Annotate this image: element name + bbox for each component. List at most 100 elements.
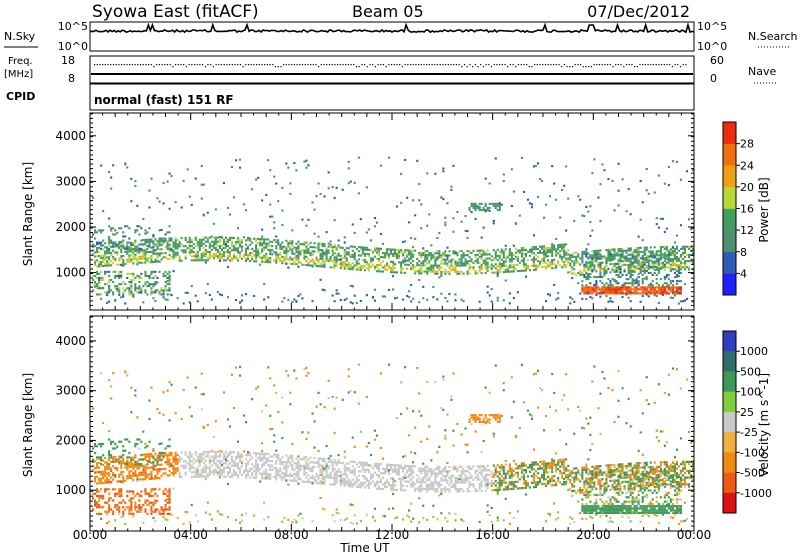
velocity-cell: [318, 464, 320, 466]
power-cell: [634, 288, 636, 290]
power-cell: [175, 201, 177, 203]
power-cell: [368, 253, 370, 255]
velocity-cell: [156, 455, 158, 457]
power-cell: [630, 288, 632, 290]
velocity-cell: [98, 478, 100, 480]
velocity-cell: [265, 462, 267, 464]
power-cell: [595, 276, 597, 278]
power-cell: [241, 241, 243, 243]
power-cell: [173, 250, 175, 252]
power-cell: [493, 205, 495, 207]
power-cell: [668, 250, 670, 252]
power-cell: [499, 202, 501, 204]
power-cell: [108, 275, 110, 277]
power-cell: [285, 256, 287, 258]
power-cell: [243, 236, 245, 238]
velocity-cell: [138, 467, 140, 469]
power-cell: [541, 248, 543, 250]
velocity-cell: [108, 379, 110, 381]
velocity-cell: [193, 471, 195, 473]
power-cell: [603, 284, 605, 286]
power-cell: [682, 300, 684, 302]
velocity-cell: [257, 466, 259, 468]
power-cell: [479, 256, 481, 258]
power-cell: [553, 284, 555, 286]
velocity-cell: [118, 474, 120, 476]
power-cell: [219, 293, 221, 295]
power-cell: [680, 290, 682, 292]
velocity-cell: [161, 464, 163, 466]
velocity-cell: [265, 471, 267, 473]
velocity-cell: [265, 473, 267, 475]
power-cell: [585, 251, 587, 253]
power-cell: [461, 258, 463, 260]
power-cell: [124, 289, 126, 291]
power-cell: [672, 268, 674, 270]
velocity-cell: [96, 467, 98, 469]
power-cell: [130, 248, 132, 250]
power-cell: [454, 261, 456, 263]
power-cell: [533, 234, 535, 236]
power-cell: [279, 258, 281, 260]
nave-dot: [189, 64, 190, 65]
power-cell: [370, 259, 372, 261]
nave-dot: [156, 64, 157, 65]
power-cell: [96, 293, 98, 295]
velocity-cell: [199, 458, 201, 460]
power-cell: [593, 284, 595, 286]
power-cell: [392, 263, 394, 265]
velocity-cell: [110, 508, 112, 510]
power-cell: [555, 253, 557, 255]
velocity-cell: [142, 472, 144, 474]
velocity-cell: [98, 467, 100, 469]
power-cell: [487, 286, 489, 288]
power-cell: [410, 268, 412, 270]
velocity-cell: [120, 493, 122, 495]
power-cell: [527, 265, 529, 267]
power-cell: [207, 251, 209, 253]
velocity-cell: [261, 457, 263, 459]
power-cell: [630, 274, 632, 276]
velocity-cell: [144, 456, 146, 458]
velocity-cell: [167, 461, 169, 463]
power-cell: [593, 290, 595, 292]
power-cell: [416, 264, 418, 266]
power-cell: [589, 286, 591, 288]
nave-dot: [148, 64, 149, 65]
power-cell: [579, 274, 581, 276]
power-cell: [565, 258, 567, 260]
nave-dot: [521, 64, 522, 65]
velocity-cell: [169, 470, 171, 472]
velocity-cell: [169, 474, 171, 476]
power-cell: [261, 242, 263, 244]
power-cell: [581, 272, 583, 274]
velocity-cell: [128, 464, 130, 466]
power-cell: [118, 276, 120, 278]
velocity-cell: [185, 465, 187, 467]
velocity-cell: [132, 472, 134, 474]
velocity-cell: [130, 511, 132, 513]
power-cell: [110, 242, 112, 244]
velocity-cell: [259, 455, 261, 457]
power-cell: [533, 265, 535, 267]
velocity-cell: [173, 488, 175, 490]
nave-dot: [124, 64, 125, 65]
power-cell: [642, 266, 644, 268]
power-cell: [175, 241, 177, 243]
power-cell: [432, 286, 434, 288]
power-cell: [305, 160, 307, 162]
velocity-cell: [215, 469, 217, 471]
power-cell: [175, 239, 177, 241]
power-cell: [332, 295, 334, 297]
nave-dot: [553, 64, 554, 65]
velocity-cell: [275, 474, 277, 476]
velocity-cell: [175, 456, 177, 458]
power-cell: [396, 253, 398, 255]
power-cell: [434, 273, 436, 275]
power-cell: [132, 248, 134, 250]
power-cell: [233, 245, 235, 247]
power-cell: [320, 193, 322, 195]
velocity-cell: [271, 456, 273, 458]
power-cell: [609, 284, 611, 286]
velocity-cell: [159, 457, 161, 459]
